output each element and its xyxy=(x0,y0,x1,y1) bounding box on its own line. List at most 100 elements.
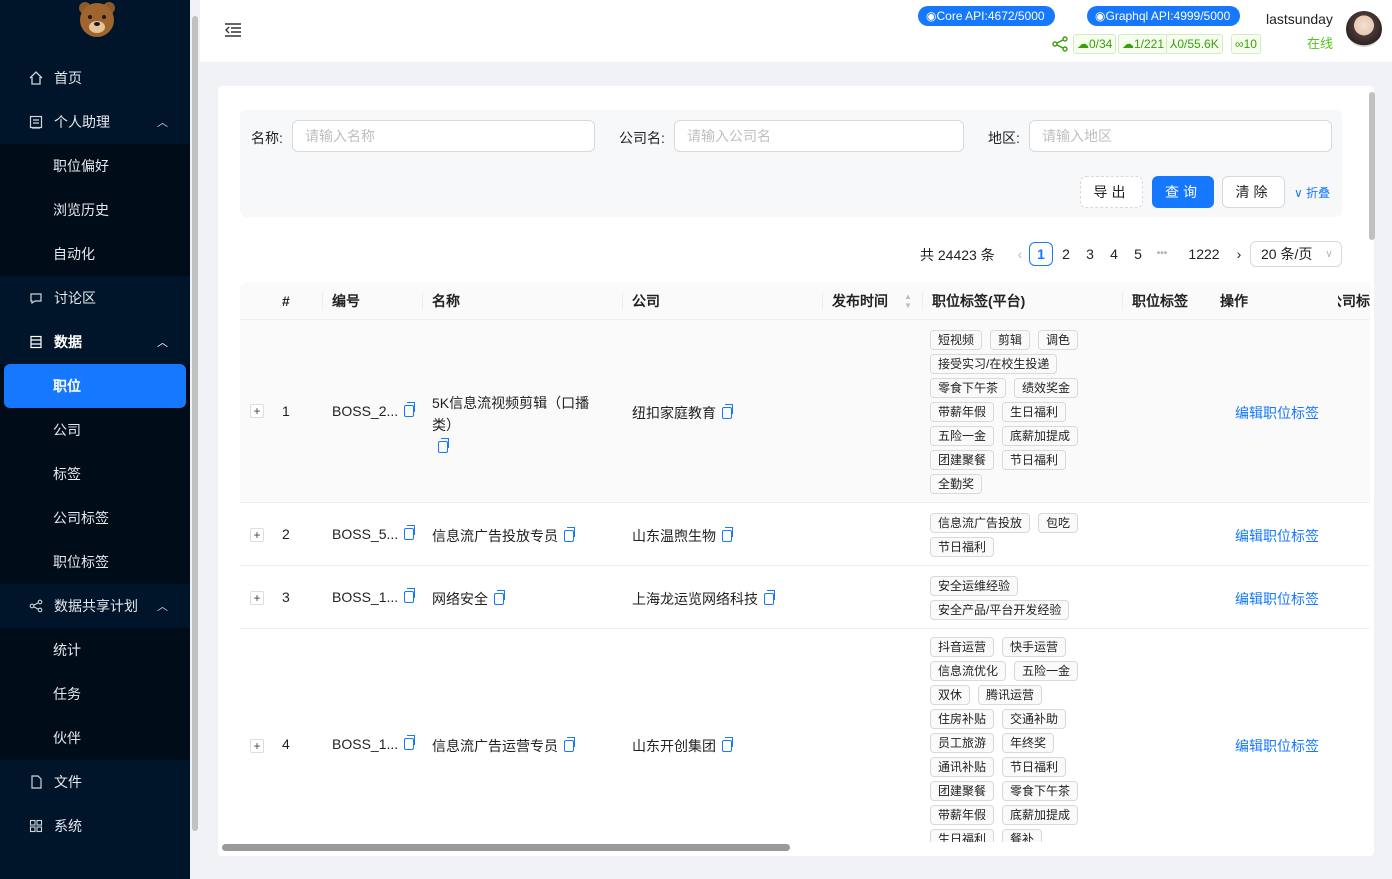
copy-icon[interactable] xyxy=(494,590,505,605)
expand-icon[interactable]: + xyxy=(250,404,264,418)
menu-item-discussion[interactable]: 讨论区 xyxy=(0,276,190,320)
menu-item-companies[interactable]: 公司 xyxy=(0,408,190,452)
edit-job-tags-link[interactable]: 编辑职位标签 xyxy=(1235,526,1319,546)
menu-fold-icon[interactable] xyxy=(224,22,242,38)
github-icon: ◉ xyxy=(926,9,937,23)
row-name: 信息流广告运营专员 xyxy=(432,736,575,756)
tag: 通讯补贴 xyxy=(930,757,995,777)
page-size-select[interactable]: 20 条/页 ∨ xyxy=(1250,241,1342,267)
tag: 剪辑 xyxy=(990,330,1031,350)
clear-button[interactable]: 清除 xyxy=(1222,176,1285,208)
tag: 年终奖 xyxy=(1002,733,1055,753)
table-horizontal-scrollbar[interactable] xyxy=(222,844,790,851)
page-2[interactable]: 2 xyxy=(1054,242,1078,266)
expand-icon[interactable]: + xyxy=(250,528,264,542)
menu-item-statistics[interactable]: 统计 xyxy=(0,628,190,672)
page-3[interactable]: 3 xyxy=(1078,242,1102,266)
copy-icon[interactable] xyxy=(764,590,775,605)
page-4[interactable]: 4 xyxy=(1102,242,1126,266)
export-button[interactable]: 导出 xyxy=(1080,176,1143,208)
platform-tags: 抖音运营 快手运营 信息流优化 五险一金 双休 腾讯运营 住房补贴 交通补助 员工旅游年… xyxy=(930,637,1110,842)
upload-stat-badge[interactable]: ☁0/34 xyxy=(1073,34,1117,54)
search-form: 名称: 公司名: 地区: 导出 查询 清除 ∨ 折叠 xyxy=(240,110,1342,217)
query-button[interactable]: 查询 xyxy=(1152,176,1214,208)
row-id-text: BOSS_1... xyxy=(332,589,399,605)
share-icon[interactable] xyxy=(1052,36,1068,52)
copy-icon[interactable] xyxy=(404,735,416,750)
menu-item-tasks[interactable]: 任务 xyxy=(0,672,190,716)
expand-icon[interactable]: + xyxy=(250,739,264,753)
content-vertical-scrollbar[interactable] xyxy=(1369,92,1375,240)
edit-job-tags-link[interactable]: 编辑职位标签 xyxy=(1235,736,1319,756)
edit-job-tags-link[interactable]: 编辑职位标签 xyxy=(1235,403,1319,423)
menu-item-data[interactable]: 数据 ︿ xyxy=(0,320,190,364)
download-stat-badge[interactable]: ☁1/221 xyxy=(1118,34,1169,54)
page-5[interactable]: 5 xyxy=(1126,242,1150,266)
menu-item-home[interactable]: 首页 xyxy=(0,56,190,100)
next-page-icon[interactable]: › xyxy=(1227,242,1251,266)
menu-label: 公司标签 xyxy=(53,510,109,526)
menu-item-data-sharing[interactable]: 数据共享计划 ︿ xyxy=(0,584,190,628)
row-id-text: BOSS_5... xyxy=(332,526,399,542)
core-api-badge[interactable]: ◉Core API:4672/5000 xyxy=(918,6,1055,26)
col-divider xyxy=(422,292,423,310)
row-id: BOSS_5... xyxy=(332,525,416,542)
table-row[interactable]: + 3 BOSS_1... 网络安全 上海龙运览网络科技 安全运维经验 安全产品… xyxy=(240,566,1370,629)
fold-toggle[interactable]: ∨ 折叠 xyxy=(1294,184,1330,201)
copy-icon[interactable] xyxy=(438,438,449,453)
menu-item-job-preference[interactable]: 职位偏好 xyxy=(0,144,190,188)
region-input[interactable] xyxy=(1029,120,1332,152)
col-publish-time[interactable]: 发布时间 xyxy=(832,282,888,320)
menu-item-automation[interactable]: 自动化 xyxy=(0,232,190,276)
partner-stat-badge[interactable]: ∞10 xyxy=(1231,34,1261,54)
menu-label: 个人助理 xyxy=(54,114,110,130)
menu-label: 职位 xyxy=(53,378,81,394)
copy-icon[interactable] xyxy=(722,527,733,542)
chevron-down-icon: ∨ xyxy=(1294,186,1307,200)
sort-icon[interactable]: ▲ ▼ xyxy=(904,292,912,310)
page-last[interactable]: 1222 xyxy=(1184,242,1224,266)
menu-item-jobs[interactable]: 职位 xyxy=(4,364,186,408)
menu-item-partners[interactable]: 伙伴 xyxy=(0,716,190,760)
menu-item-job-tags[interactable]: 职位标签 xyxy=(0,540,190,584)
user-name[interactable]: lastsunday xyxy=(1266,11,1333,27)
col-divider xyxy=(322,292,323,310)
expand-icon[interactable]: + xyxy=(250,591,264,605)
merge-stat-badge[interactable]: ⅄0/55.6K xyxy=(1166,34,1223,54)
table-row[interactable]: + 1 BOSS_2... 5K信息流视频剪辑（口播类） 纽扣家庭教育 短视频剪… xyxy=(240,320,1370,503)
tag: 五险一金 xyxy=(1014,661,1079,681)
page-1[interactable]: 1 xyxy=(1029,242,1053,266)
name-input[interactable] xyxy=(292,120,595,152)
row-name: 5K信息流视频剪辑（口播类） xyxy=(432,392,612,458)
edit-job-tags-link[interactable]: 编辑职位标签 xyxy=(1235,589,1319,609)
system-icon xyxy=(28,818,44,834)
menu-label: 自动化 xyxy=(53,246,95,262)
menu-item-files[interactable]: 文件 xyxy=(0,760,190,804)
copy-icon[interactable] xyxy=(404,402,416,417)
row-name-text: 信息流广告运营专员 xyxy=(432,738,558,754)
copy-icon[interactable] xyxy=(722,404,733,419)
company-input[interactable] xyxy=(674,120,964,152)
row-id-text: BOSS_2... xyxy=(332,403,399,419)
submenu-assistant: 职位偏好 浏览历史 自动化 xyxy=(0,144,190,276)
avatar[interactable] xyxy=(1346,11,1382,47)
copy-icon[interactable] xyxy=(564,737,575,752)
menu-item-browse-history[interactable]: 浏览历史 xyxy=(0,188,190,232)
menu-item-tags[interactable]: 标签 xyxy=(0,452,190,496)
copy-icon[interactable] xyxy=(564,527,575,542)
page-ellipsis[interactable]: ••• xyxy=(1150,242,1174,266)
copy-icon[interactable] xyxy=(404,588,416,603)
graphql-api-badge[interactable]: ◉Graphql API:4999/5000 xyxy=(1087,6,1241,26)
tag: 节日福利 xyxy=(930,537,995,557)
menu-item-company-tags[interactable]: 公司标签 xyxy=(0,496,190,540)
table-row[interactable]: + 2 BOSS_5... 信息流广告投放专员 山东温煦生物 信息流广告投放 包吃… xyxy=(240,503,1370,566)
col-divider xyxy=(922,292,923,310)
sidebar-scrollbar[interactable] xyxy=(192,16,198,831)
copy-icon[interactable] xyxy=(722,737,733,752)
copy-icon[interactable] xyxy=(404,525,416,540)
submenu-data-sharing: 统计 任务 伙伴 xyxy=(0,628,190,760)
menu-item-assistant[interactable]: 个人助理 ︿ xyxy=(0,100,190,144)
table-row[interactable]: + 4 BOSS_1... 信息流广告运营专员 山东开创集团 抖音运营 快手运营 … xyxy=(240,629,1370,842)
menu-item-system[interactable]: 系统 xyxy=(0,804,190,848)
row-company: 山东温煦生物 xyxy=(632,526,733,546)
